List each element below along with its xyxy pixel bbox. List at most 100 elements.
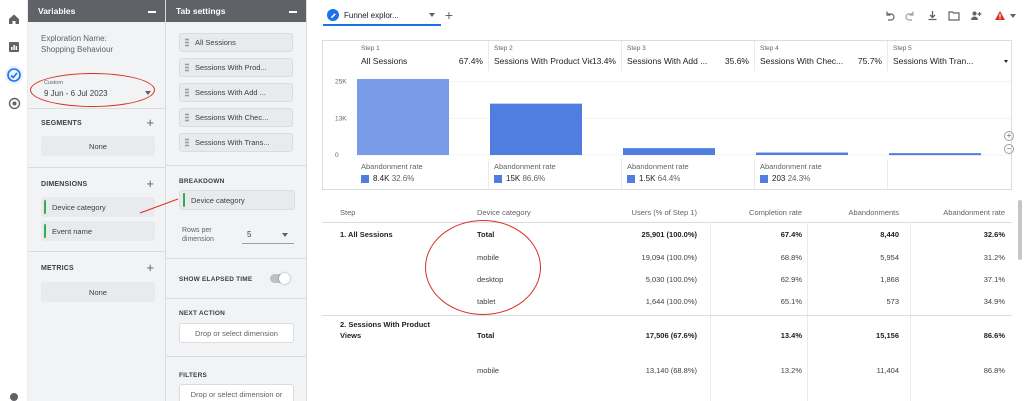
divider: [166, 356, 306, 357]
abandonment-label: Abandonment rate: [760, 162, 822, 171]
tab-settings-header: Tab settings: [166, 0, 306, 22]
share-users-icon[interactable]: [969, 8, 983, 22]
step-header[interactable]: Step 4 Sessions With Chec... 75.7%: [755, 41, 888, 71]
add-metric-icon[interactable]: +: [146, 261, 154, 274]
dimension-event-name[interactable]: Event name: [41, 221, 155, 241]
chevron-down-icon[interactable]: [429, 13, 435, 17]
funnel-bar[interactable]: [623, 148, 715, 155]
cell-abandonment-rate: 34.9%: [983, 297, 1005, 306]
divider: [166, 258, 306, 259]
download-icon[interactable]: [925, 8, 939, 22]
divider: [166, 165, 306, 166]
funnel-bar[interactable]: [357, 79, 449, 155]
abandonment-cell: Abandonment rate 203 24.3%: [755, 159, 888, 189]
zoom-in-icon[interactable]: +: [1004, 131, 1014, 141]
drag-handle-icon[interactable]: [185, 138, 189, 147]
legend-swatch: [760, 174, 768, 183]
add-dimension-icon[interactable]: +: [146, 177, 154, 190]
drag-handle-icon[interactable]: [185, 63, 189, 72]
abandonment-cell: Abandonment rate 8.4K 32.6%: [356, 159, 489, 189]
column-divider: [910, 222, 911, 401]
column-header-abandonment-rate[interactable]: Abandonment rate: [917, 208, 1005, 217]
step-number: Step 3: [627, 45, 646, 52]
drag-handle-icon[interactable]: [185, 38, 189, 47]
exploration-name-value[interactable]: Shopping Behaviour: [41, 45, 113, 54]
column-header-abandonments[interactable]: Abandonments: [817, 208, 899, 217]
pencil-icon: [327, 9, 339, 21]
zoom-out-icon[interactable]: −: [1004, 144, 1014, 154]
show-elapsed-time-label: SHOW ELAPSED TIME: [179, 276, 253, 283]
breakdown-device-category[interactable]: Device category: [179, 190, 295, 210]
redo-icon[interactable]: [903, 8, 917, 22]
step-header[interactable]: Step 3 Sessions With Add ... 35.6%: [622, 41, 755, 71]
column-divider: [807, 222, 808, 401]
rows-per-dimension-select[interactable]: 5: [242, 224, 294, 244]
abandonment-count: 203: [772, 174, 786, 183]
export-folder-icon[interactable]: [947, 8, 961, 22]
explore-icon[interactable]: [5, 66, 23, 84]
abandonment-value: 1.5K 64.4%: [627, 174, 680, 183]
funnel-step-pill[interactable]: Sessions With Trans...: [179, 133, 293, 152]
segments-none: None: [41, 136, 155, 156]
minimize-tab-settings-icon[interactable]: [289, 11, 297, 13]
cell-device: mobile: [477, 366, 500, 375]
funnel-bar[interactable]: [889, 153, 981, 156]
settings-icon[interactable]: [5, 388, 23, 401]
cell-completion: 67.4%: [780, 230, 802, 239]
add-segment-icon[interactable]: +: [146, 116, 154, 129]
y-tick-label: 25K: [335, 79, 347, 86]
drag-handle-icon[interactable]: [185, 88, 189, 97]
next-action-drop-zone[interactable]: Drop or select dimension: [179, 323, 294, 343]
undo-icon[interactable]: [882, 8, 896, 22]
variables-header: Variables: [28, 0, 165, 22]
cell-step-continued: Views: [340, 331, 362, 340]
rows-per-dimension-label: Rows per dimension: [182, 227, 214, 243]
home-icon[interactable]: [5, 10, 23, 28]
advertising-icon[interactable]: [5, 94, 23, 112]
cell-abandonment-rate: 86.8%: [983, 366, 1005, 375]
funnel-step-pill[interactable]: Sessions With Add ...: [179, 83, 293, 102]
main-canvas: Funnel explor... + Step 1 All Sessions 6…: [307, 0, 1024, 401]
filters-drop-zone[interactable]: Drop or select dimension or: [179, 384, 294, 401]
chevron-down-icon[interactable]: [1010, 14, 1016, 18]
step-completion-pct: 35.6%: [724, 56, 749, 66]
step-header[interactable]: Step 5 Sessions With Tran...: [888, 41, 1012, 71]
legend-swatch: [361, 174, 369, 183]
minimize-variables-icon[interactable]: [148, 11, 156, 13]
funnel-bar[interactable]: [756, 152, 848, 155]
funnel-bar[interactable]: [490, 103, 582, 155]
divider: [28, 251, 165, 252]
abandonment-count: 1.5K: [639, 174, 656, 183]
segments-title: SEGMENTS: [41, 120, 82, 127]
dimensions-title: DIMENSIONS: [41, 181, 88, 188]
chevron-down-icon[interactable]: [1004, 60, 1008, 63]
funnel-step-pill[interactable]: All Sessions: [179, 33, 293, 52]
tab-funnel-exploration[interactable]: Funnel explor...: [323, 6, 441, 26]
funnel-step-pill[interactable]: Sessions With Prod...: [179, 58, 293, 77]
y-tick-label: 13K: [335, 115, 347, 122]
show-elapsed-time-toggle[interactable]: [270, 273, 290, 284]
annotation-circle-devices: [425, 220, 541, 315]
step-header[interactable]: Step 1 All Sessions 67.4%: [356, 41, 489, 71]
abandonment-label: Abandonment rate: [627, 162, 689, 171]
cell-device: Total: [477, 331, 495, 340]
cell-abandonments: 5,954: [880, 253, 899, 262]
step-header[interactable]: Step 2 Sessions With Product Views 13.4%: [489, 41, 622, 71]
vertical-scrollbar[interactable]: [1018, 200, 1022, 260]
toggle-knob: [279, 273, 290, 284]
column-header-completion-rate[interactable]: Completion rate: [717, 208, 802, 217]
cell-users: 1,644 (100.0%): [645, 297, 697, 306]
step-title: Sessions With Add ...: [627, 56, 708, 66]
column-header-step[interactable]: Step: [340, 208, 355, 217]
drag-handle-icon[interactable]: [185, 113, 189, 122]
warning-icon[interactable]: [993, 8, 1007, 22]
legend-swatch: [494, 174, 502, 183]
funnel-bars: 25K 13K 0: [335, 79, 1011, 159]
funnel-step-pill[interactable]: Sessions With Chec...: [179, 108, 293, 127]
cell-abandonment-rate: 37.1%: [983, 275, 1005, 284]
add-tab-icon[interactable]: +: [442, 7, 456, 23]
step-completion-pct: 67.4%: [458, 56, 483, 66]
column-header-device-category[interactable]: Device category: [477, 208, 531, 217]
column-header-users[interactable]: Users (% of Step 1): [602, 208, 697, 217]
reports-icon[interactable]: [5, 38, 23, 56]
